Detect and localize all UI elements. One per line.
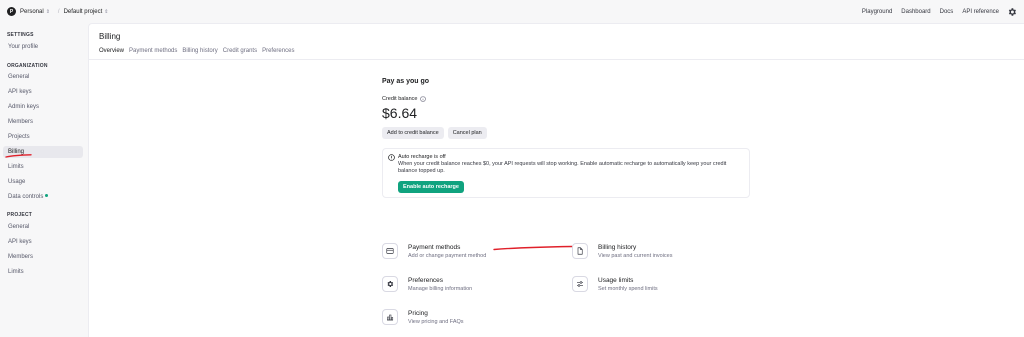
nav-docs[interactable]: Docs (940, 9, 954, 15)
link-title: Pricing (408, 310, 428, 317)
sidebar-heading-settings: SETTINGS (7, 32, 34, 38)
link-title: Payment methods (408, 244, 461, 251)
gear-icon (382, 276, 398, 292)
chevron-updown-icon[interactable]: ⇕ (46, 9, 50, 15)
top-bar: P Personal ⇕ / Default project ⇕ Playgro… (0, 0, 1024, 23)
sliders-icon (572, 276, 588, 292)
info-icon[interactable] (420, 96, 427, 102)
sidebar-item-data-controls[interactable]: Data controls (3, 191, 83, 203)
page-title: Billing (99, 32, 121, 41)
sidebar-item-projects[interactable]: Projects (3, 131, 83, 143)
credit-balance-value: $6.64 (382, 105, 418, 121)
enable-auto-recharge-button[interactable]: Enable auto recharge (398, 181, 464, 193)
alert-title: Auto recharge is off (398, 154, 446, 160)
billing-actions: Add to credit balance Cancel plan (382, 127, 491, 139)
alert-body: When your credit balance reaches $0, you… (398, 161, 727, 174)
project-switcher[interactable]: Default project (64, 9, 103, 15)
top-nav: Playground Dashboard Docs API reference (853, 5, 1017, 18)
sidebar-item-limits[interactable]: Limits (3, 161, 83, 173)
breadcrumb: P Personal ⇕ / Default project ⇕ (7, 6, 112, 17)
sidebar-item-general[interactable]: General (3, 71, 83, 83)
info-icon (388, 154, 395, 161)
org-avatar[interactable]: P (7, 7, 16, 16)
link-title: Billing history (598, 244, 637, 251)
link-title: Preferences (408, 277, 444, 284)
link-description: Set monthly spend limits (598, 286, 658, 292)
add-credit-button[interactable]: Add to credit balance (382, 127, 444, 139)
link-description: View pricing and FAQs (408, 319, 464, 325)
cancel-plan-button[interactable]: Cancel plan (447, 127, 487, 139)
nav-playground[interactable]: Playground (862, 9, 892, 15)
nav-api-reference[interactable]: API reference (962, 9, 999, 15)
link-payment-methods[interactable]: Payment methods Add or change payment me… (382, 243, 486, 259)
sidebar-item-label: Data controls (8, 194, 44, 200)
sidebar-item-admin-keys[interactable]: Admin keys (3, 101, 83, 113)
sidebar: SETTINGS Your profile ORGANIZATION Gener… (0, 23, 88, 337)
sidebar-item-project-general[interactable]: General (3, 221, 83, 233)
link-usage-limits[interactable]: Usage limits Set monthly spend limits (572, 276, 658, 292)
link-description: Manage billing information (408, 286, 473, 292)
org-switcher[interactable]: Personal (20, 9, 44, 15)
tabs-divider (89, 59, 1024, 60)
sidebar-heading-organization: ORGANIZATION (7, 63, 48, 69)
sidebar-item-usage[interactable]: Usage (3, 176, 83, 188)
credit-card-icon (382, 243, 398, 259)
sidebar-item-project-limits[interactable]: Limits (3, 266, 83, 278)
credit-balance-text: Credit balance (382, 96, 418, 102)
sidebar-item-project-api-keys[interactable]: API keys (3, 236, 83, 248)
sidebar-item-api-keys[interactable]: API keys (3, 86, 83, 98)
link-title: Usage limits (598, 277, 634, 284)
breadcrumb-separator: / (57, 8, 60, 15)
nav-dashboard[interactable]: Dashboard (901, 9, 930, 15)
credit-balance-label: Credit balance (382, 96, 427, 102)
plan-title: Pay as you go (382, 78, 430, 85)
settings-gear-icon[interactable] (1006, 6, 1017, 17)
sidebar-item-project-members[interactable]: Members (3, 251, 83, 263)
red-annotation-underline (493, 245, 573, 251)
status-dot-icon (45, 194, 49, 197)
chevron-updown-icon[interactable]: ⇕ (104, 9, 108, 15)
link-pricing[interactable]: Pricing View pricing and FAQs (382, 309, 464, 325)
link-preferences[interactable]: Preferences Manage billing information (382, 276, 472, 292)
link-description: Add or change payment method (408, 253, 487, 259)
sidebar-item-your-profile[interactable]: Your profile (3, 41, 83, 53)
main-panel: Billing Overview Payment methods Billing… (88, 23, 1024, 337)
sidebar-item-members[interactable]: Members (3, 116, 83, 128)
pricing-icon (382, 309, 398, 325)
sidebar-heading-project: PROJECT (7, 212, 33, 218)
document-icon (572, 243, 588, 259)
link-description: View past and current invoices (598, 253, 673, 259)
red-annotation-underline (5, 154, 32, 158)
link-billing-history[interactable]: Billing history View past and current in… (572, 243, 673, 259)
auto-recharge-alert: Auto recharge is off When your credit ba… (382, 148, 750, 198)
